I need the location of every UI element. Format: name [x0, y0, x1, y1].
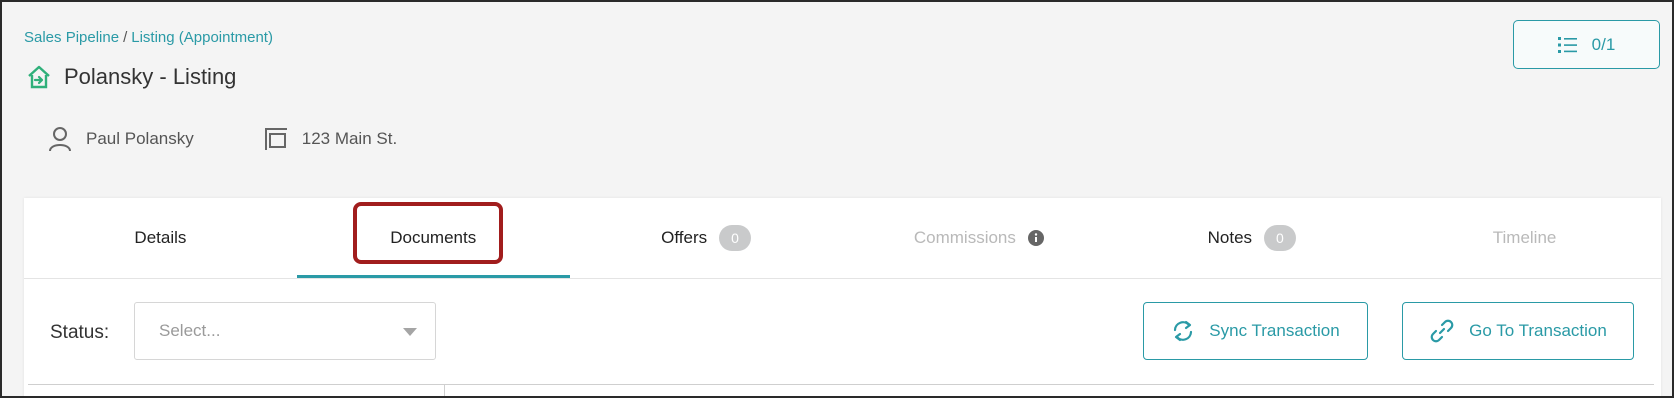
- column-divider: [444, 384, 445, 396]
- breadcrumb-separator: /: [123, 29, 128, 46]
- status-select[interactable]: Select...: [134, 302, 436, 360]
- house-arrow-icon: [28, 65, 50, 89]
- chevron-down-icon: [403, 328, 417, 336]
- sync-icon: [1174, 320, 1193, 342]
- tab-label: Offers: [661, 228, 708, 247]
- checklist-counter-label: 0/1: [1591, 34, 1616, 54]
- tab-label: Notes: [1207, 228, 1253, 247]
- documents-highlight-box: [353, 202, 503, 264]
- app-frame: Sales Pipeline / Listing (Appointment) Pol…: [0, 0, 1674, 398]
- title-row: Polansky - Listing: [26, 64, 236, 90]
- address-info[interactable]: 123 Main St.: [264, 127, 397, 151]
- tabs-divider: [24, 278, 1661, 279]
- sync-transaction-button[interactable]: Sync Transaction: [1143, 302, 1368, 360]
- page-title: Polansky - Listing: [64, 64, 237, 89]
- tab-label: Commissions: [913, 228, 1016, 247]
- tab-offers[interactable]: Offers 0: [570, 198, 843, 278]
- tab-notes[interactable]: Notes 0: [1115, 198, 1388, 278]
- link-icon: [1430, 319, 1454, 343]
- section-divider: [28, 384, 1654, 385]
- content-card: Details Documents Offers 0 Commissions N…: [24, 198, 1661, 396]
- go-to-transaction-button[interactable]: Go To Transaction: [1402, 302, 1634, 360]
- tab-label: Details: [134, 228, 187, 247]
- count-badge: 0: [1264, 225, 1296, 251]
- tab-bar: Details Documents Offers 0 Commissions N…: [24, 198, 1661, 278]
- info-icon[interactable]: [1027, 230, 1044, 246]
- list-icon: [1557, 36, 1577, 53]
- tab-label: Timeline: [1492, 228, 1557, 247]
- contact-info[interactable]: Paul Polansky: [48, 126, 194, 152]
- count-badge: 0: [719, 225, 751, 251]
- meta-row: Paul Polansky 123 Main St.: [48, 126, 467, 152]
- person-icon: [49, 127, 71, 152]
- address: 123 Main St.: [301, 129, 398, 148]
- breadcrumb: Sales Pipeline / Listing (Appointment): [24, 29, 273, 46]
- sync-transaction-label: Sync Transaction: [1209, 321, 1340, 340]
- breadcrumb-listing-appointment[interactable]: Listing (Appointment): [131, 29, 273, 46]
- breadcrumb-sales-pipeline[interactable]: Sales Pipeline: [24, 29, 119, 46]
- tab-details[interactable]: Details: [24, 198, 297, 278]
- status-label: Status:: [50, 322, 110, 343]
- property-icon: [264, 128, 287, 150]
- tab-commissions: Commissions: [842, 198, 1115, 278]
- tab-timeline: Timeline: [1388, 198, 1661, 278]
- checklist-counter-button[interactable]: 0/1: [1513, 20, 1660, 69]
- go-to-transaction-label: Go To Transaction: [1469, 321, 1607, 340]
- contact-name: Paul Polansky: [86, 129, 194, 148]
- status-placeholder: Select...: [159, 321, 221, 340]
